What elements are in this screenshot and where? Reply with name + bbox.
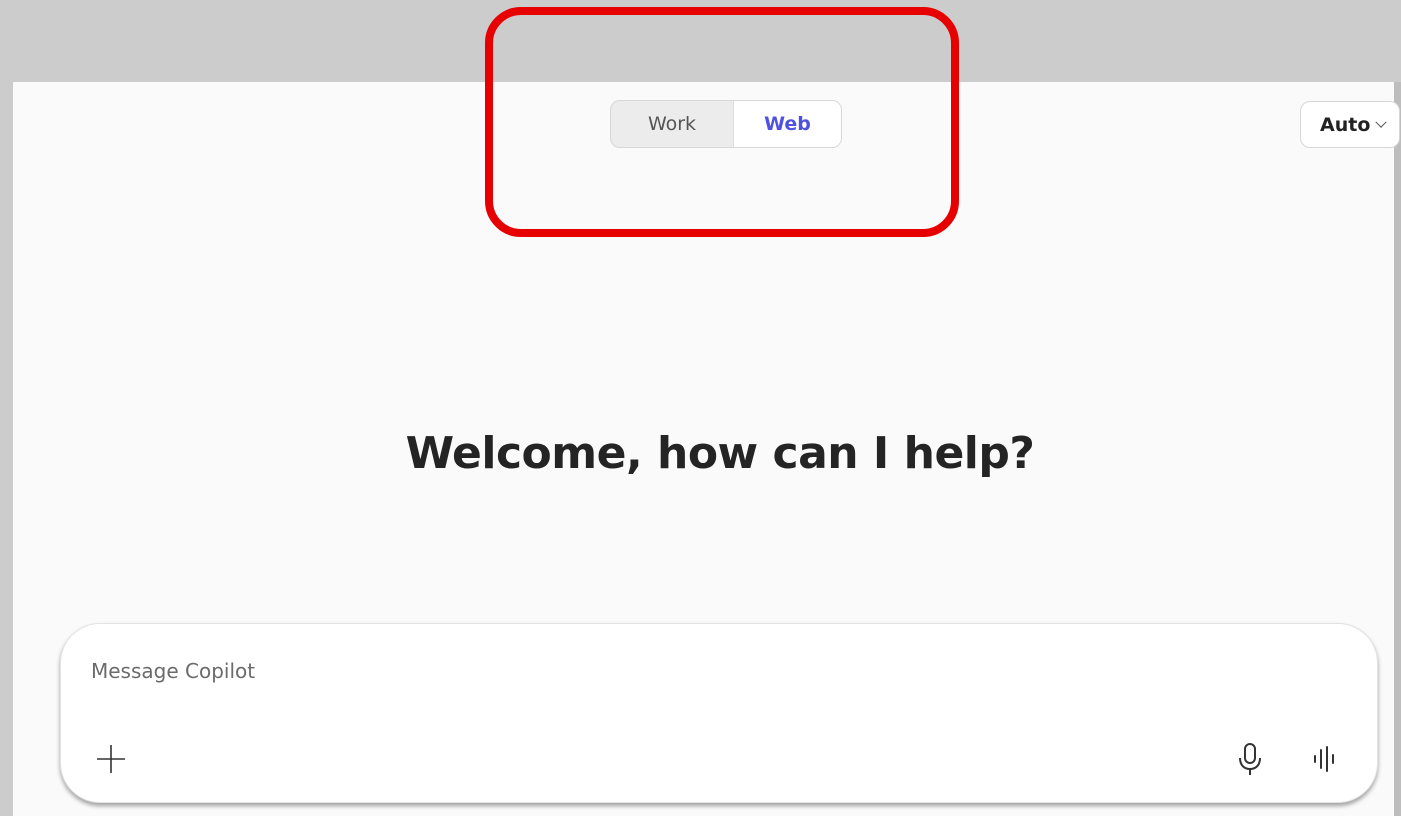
chevron-down-icon <box>1375 116 1388 128</box>
microphone-icon <box>1239 743 1261 775</box>
model-select-dropdown[interactable]: Auto <box>1300 101 1400 148</box>
model-select-value: Auto <box>1320 113 1371 136</box>
microphone-button[interactable] <box>1230 739 1270 779</box>
welcome-heading: Welcome, how can I help? <box>405 428 1035 479</box>
work-mode-tab[interactable]: Work <box>611 101 733 147</box>
voice-waveform-icon <box>1314 746 1334 772</box>
plus-icon <box>97 745 125 773</box>
web-mode-tab[interactable]: Web <box>733 101 841 147</box>
message-composer <box>60 623 1378 803</box>
work-web-toggle[interactable]: Work Web <box>610 100 842 148</box>
message-input[interactable] <box>91 654 1291 688</box>
add-attachment-button[interactable] <box>91 739 131 779</box>
voice-mode-button[interactable] <box>1305 739 1345 779</box>
